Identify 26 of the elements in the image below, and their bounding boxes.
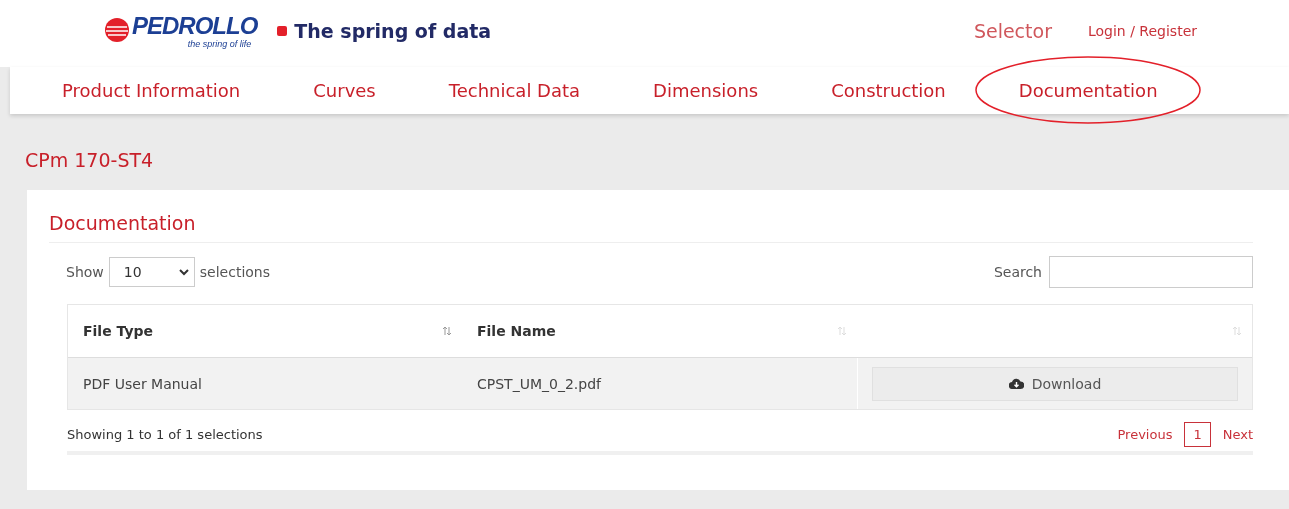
nav-tab[interactable]: Documentation [1018,80,1158,101]
nav-tab[interactable]: Curves [313,80,376,101]
nav-tab[interactable]: Technical Data [448,80,581,101]
page-button[interactable]: 1 [1184,422,1211,447]
show-label: Show [66,264,104,280]
nav-tab[interactable]: Product Information [62,80,241,101]
panel-title: Documentation [49,212,1253,243]
column-header[interactable]: File Name [477,323,556,339]
nav-tab[interactable]: Construction [831,80,946,101]
next-link[interactable]: Next [1222,427,1253,442]
header-link[interactable]: Login / Register [1087,22,1197,39]
nav-tab[interactable]: Dimensions [653,80,759,101]
download-button[interactable]: Download [872,366,1238,401]
column-header[interactable]: File Type [83,323,154,339]
page-size-select[interactable]: 10 [108,257,195,287]
header-link[interactable]: Selector [973,19,1052,42]
brand-logo-text: PEDROLLO [132,12,258,39]
search-label: Search [993,264,1042,280]
previous-link[interactable]: Previous [1117,427,1173,442]
slogan: The spring of data [294,19,492,42]
brand-tagline: the spring of life [187,38,252,49]
table-cell: PDF User Manual [83,375,202,392]
table-info: Showing 1 to 1 of 1 selections [67,427,263,442]
selections-label: selections [199,264,270,280]
product-title: CPm 170-ST4 [25,149,155,173]
table-cell: CPST_UM_0_2.pdf [477,375,601,392]
